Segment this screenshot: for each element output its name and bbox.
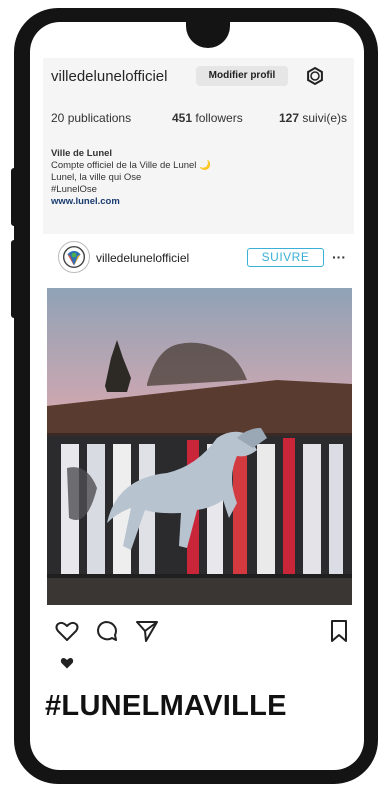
heart-icon[interactable] bbox=[54, 618, 80, 644]
posts-label: publications bbox=[67, 111, 132, 125]
caption-hashtag: #LUNELMAVILLE bbox=[45, 690, 287, 722]
bio-line-1: Compte officiel de la Ville de Lunel 🌙 bbox=[51, 160, 211, 171]
following-count: 127 bbox=[279, 111, 300, 125]
following-label: suivi(e)s bbox=[302, 111, 348, 125]
profile-header: villedelunelofficiel Modifier profil 20 … bbox=[43, 58, 354, 234]
posts-stat[interactable]: 20 publications bbox=[51, 111, 131, 125]
bookmark-icon[interactable] bbox=[326, 618, 352, 644]
profile-username: villedelunelofficiel bbox=[51, 68, 168, 85]
post-username[interactable]: villedelunelofficiel bbox=[96, 251, 189, 265]
bio-name: Ville de Lunel bbox=[51, 148, 113, 159]
post-header: villedelunelofficiel SUIVRE ··· bbox=[58, 241, 353, 277]
phone-side-button-upper bbox=[11, 168, 17, 226]
bio-website-link[interactable]: www.lunel.com bbox=[51, 196, 211, 208]
share-icon[interactable] bbox=[134, 618, 160, 644]
comment-icon[interactable] bbox=[94, 618, 120, 644]
avatar[interactable] bbox=[58, 241, 90, 273]
likes-heart-icon bbox=[60, 658, 74, 669]
settings-icon[interactable] bbox=[305, 66, 325, 86]
phone-side-button-lower bbox=[11, 240, 17, 318]
profile-bio: Ville de Lunel Compte officiel de la Vil… bbox=[51, 148, 211, 208]
followers-count: 451 bbox=[172, 111, 193, 125]
edit-profile-button[interactable]: Modifier profil bbox=[196, 66, 288, 86]
followers-stat[interactable]: 451 followers bbox=[172, 111, 243, 125]
following-stat[interactable]: 127 suivi(e)s bbox=[279, 111, 347, 125]
bio-line-3: #LunelOse bbox=[51, 184, 97, 195]
posts-count: 20 bbox=[51, 111, 65, 125]
mural-photo bbox=[47, 288, 352, 605]
post-actions bbox=[54, 618, 354, 646]
follow-button[interactable]: SUIVRE bbox=[247, 248, 324, 267]
post-image[interactable] bbox=[47, 288, 352, 605]
bio-line-2: Lunel, la ville qui Ose bbox=[51, 172, 142, 183]
more-icon[interactable]: ··· bbox=[332, 249, 346, 265]
followers-label: followers bbox=[195, 111, 243, 125]
